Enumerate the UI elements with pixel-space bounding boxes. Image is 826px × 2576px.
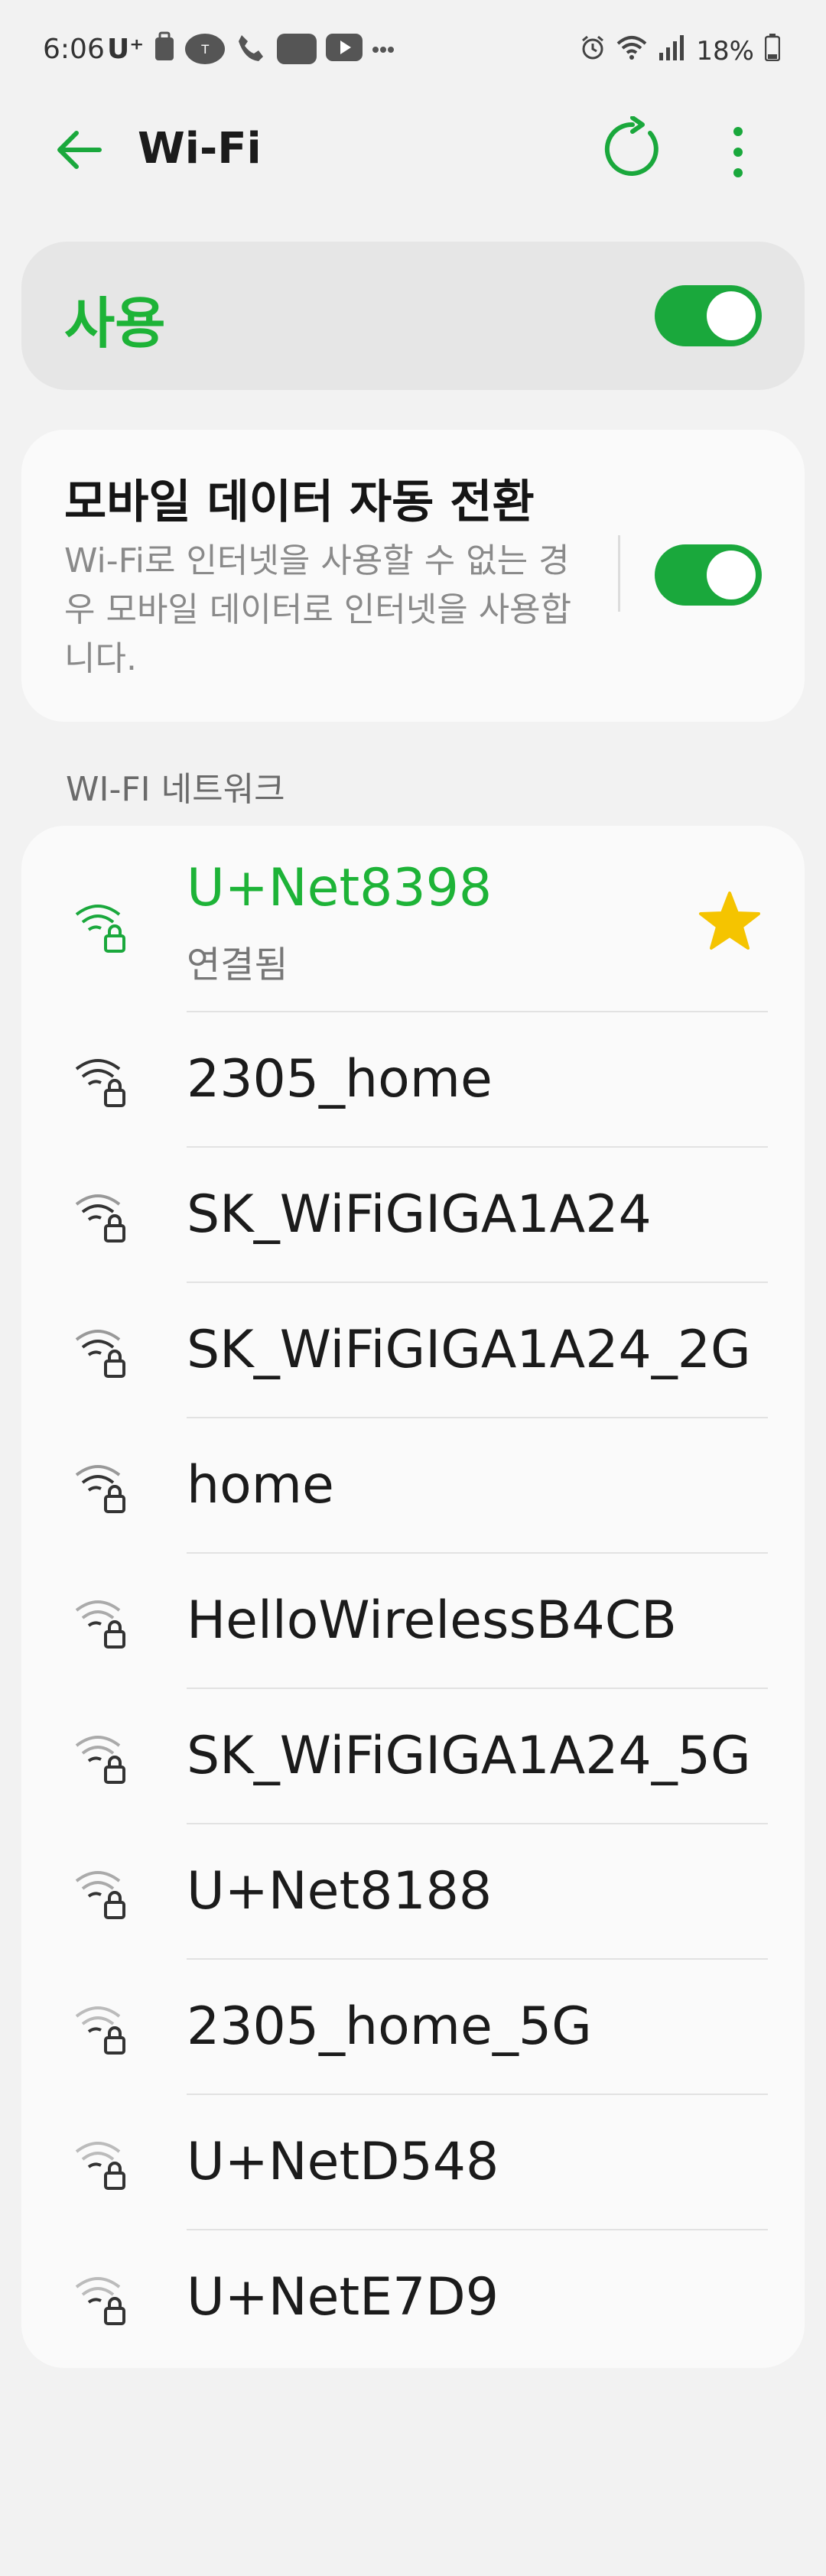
alarm-icon	[580, 34, 606, 67]
wifi-icon	[616, 34, 647, 67]
network-item[interactable]: 2305_home	[21, 1012, 805, 1148]
notification-icons: U⁺ T	[107, 31, 395, 67]
wifi-lock-icon	[72, 1727, 132, 1787]
network-item[interactable]: SK_WiFiGIGA1A24	[21, 1148, 805, 1283]
network-name: U+NetE7D9	[187, 2267, 499, 2327]
status-time: 6:06	[43, 34, 105, 65]
network-item[interactable]: home	[21, 1418, 805, 1554]
star-icon[interactable]	[698, 888, 762, 953]
call-icon	[234, 31, 268, 67]
battery-icon	[764, 34, 781, 68]
network-name: 2305_home_5G	[187, 1996, 592, 2057]
switch-knob	[707, 551, 756, 599]
network-item[interactable]: U+NetE7D9	[21, 2230, 805, 2368]
more-options-icon[interactable]	[715, 118, 761, 187]
wifi-lock-icon	[72, 1321, 132, 1381]
wifi-lock-icon	[72, 2133, 132, 2193]
network-name: home	[187, 1455, 334, 1515]
signal-icon	[658, 34, 685, 67]
network-item[interactable]: U+Net8188	[21, 1824, 805, 1960]
networks-section-header: WI-FI 네트워크	[66, 770, 285, 809]
network-name: SK_WiFiGIGA1A24_5G	[187, 1726, 751, 1786]
app-icon	[277, 34, 317, 64]
network-name: U+Net8398	[187, 858, 493, 918]
network-name: U+Net8188	[187, 1861, 493, 1921]
network-item[interactable]: U+NetD548	[21, 2095, 805, 2230]
auto-switch-toggle[interactable]	[655, 544, 762, 606]
wifi-lock-icon	[72, 2269, 132, 2328]
wifi-lock-icon	[72, 1863, 132, 1922]
divider	[618, 535, 620, 612]
system-status-icons: 18%	[580, 34, 781, 68]
network-item[interactable]: HelloWirelessB4CB	[21, 1554, 805, 1689]
network-status: 연결됨	[187, 944, 288, 986]
wifi-master-toggle-row[interactable]: 사용	[21, 242, 805, 390]
wifi-lock-icon	[72, 1186, 132, 1246]
wifi-lock-icon	[72, 1051, 132, 1110]
network-name: U+NetD548	[187, 2132, 499, 2192]
wifi-lock-icon	[72, 1457, 132, 1516]
battery-percent: 18%	[696, 35, 754, 67]
suitcase-icon	[153, 31, 176, 67]
page-title: Wi-Fi	[138, 124, 262, 174]
tmon-icon: T	[185, 34, 226, 64]
auto-switch-title: 모바일 데이터 자동 전환	[64, 476, 535, 529]
network-list: U+Net8398 연결됨 2305_home SK_WiFiGIGA1A24 …	[21, 826, 805, 2368]
auto-switch-card[interactable]: 모바일 데이터 자동 전환 Wi-Fi로 인터넷을 사용할 수 없는 경우 모바…	[21, 430, 805, 722]
network-item[interactable]: SK_WiFiGIGA1A24_5G	[21, 1689, 805, 1824]
app-bar: Wi-Fi	[0, 99, 826, 200]
wifi-lock-icon	[72, 896, 132, 956]
more-dots-icon	[372, 42, 395, 57]
status-bar: 6:06 U⁺ T 18%	[0, 0, 826, 99]
network-name: SK_WiFiGIGA1A24	[187, 1184, 652, 1245]
wifi-master-switch[interactable]	[655, 285, 762, 346]
refresh-icon[interactable]	[600, 115, 665, 182]
network-item[interactable]: SK_WiFiGIGA1A24_2G	[21, 1283, 805, 1418]
back-arrow-icon[interactable]	[52, 122, 107, 177]
switch-knob	[707, 291, 756, 340]
network-name: SK_WiFiGIGA1A24_2G	[187, 1320, 751, 1380]
wifi-master-label: 사용	[64, 291, 166, 356]
network-name: HelloWirelessB4CB	[187, 1590, 677, 1651]
carrier-label: U⁺	[107, 33, 145, 65]
network-name: 2305_home	[187, 1049, 493, 1109]
wifi-lock-icon	[72, 1998, 132, 2058]
youtube-icon	[326, 34, 363, 64]
wifi-lock-icon	[72, 1592, 132, 1652]
network-item[interactable]: 2305_home_5G	[21, 1960, 805, 2095]
auto-switch-description: Wi-Fi로 인터넷을 사용할 수 없는 경우 모바일 데이터로 인터넷을 사용…	[64, 541, 572, 678]
network-item-connected[interactable]: U+Net8398 연결됨	[21, 826, 805, 1012]
